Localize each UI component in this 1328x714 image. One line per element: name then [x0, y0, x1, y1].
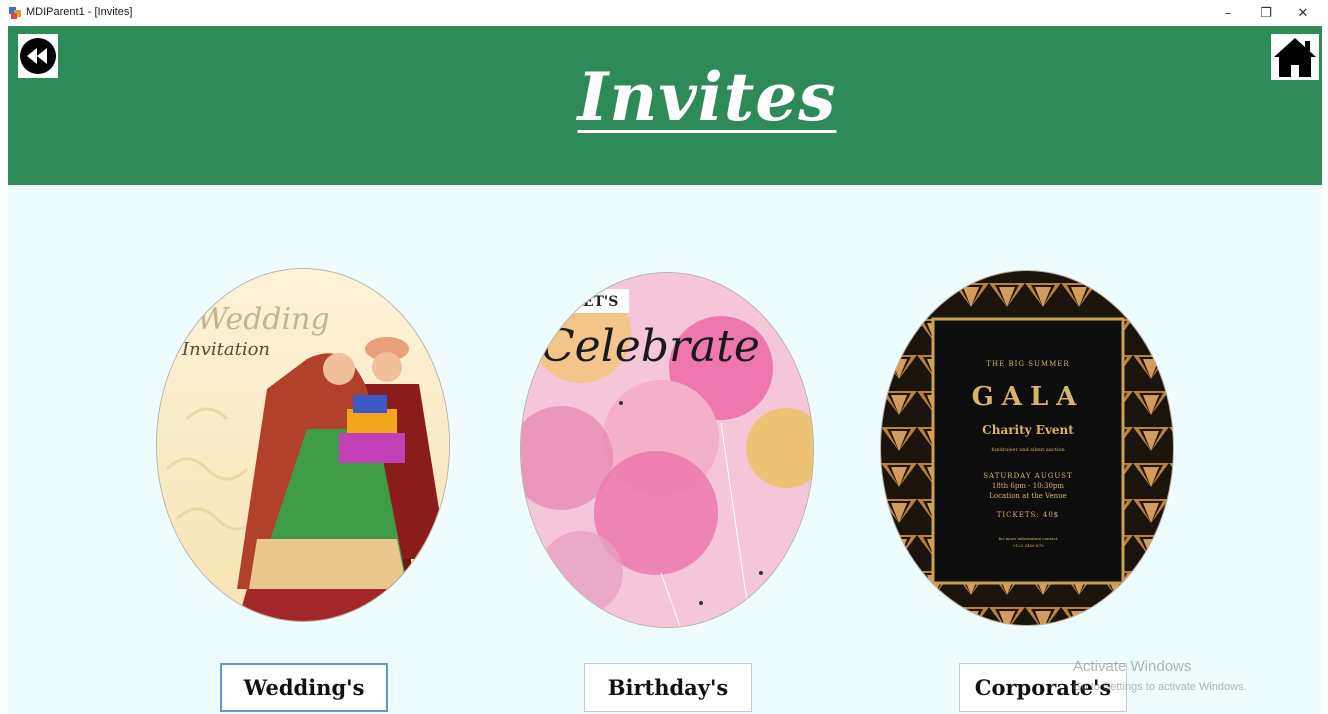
svg-text:GALA: GALA: [972, 382, 1085, 412]
svg-text:Charity Event: Charity Event: [982, 423, 1074, 437]
svg-text:TICKETS: 40$: TICKETS: 40$: [997, 511, 1060, 519]
close-button[interactable]: ✕: [1288, 3, 1318, 23]
invitation-script-text: Invitation: [181, 339, 270, 360]
activate-windows-subtitle: Go to Settings to activate Windows.: [1073, 681, 1247, 693]
svg-text:18th 6pm - 10:30pm: 18th 6pm - 10:30pm: [992, 482, 1064, 490]
svg-text:Location at the Venue: Location at the Venue: [989, 492, 1067, 500]
page-title: Invites: [577, 58, 837, 136]
window-title: MDIParent1 - [Invites]: [26, 6, 133, 18]
minimize-button[interactable]: –: [1213, 3, 1243, 23]
weddings-button[interactable]: Wedding's: [220, 663, 388, 712]
wedding-invite-image[interactable]: Wedding Invitation: [156, 268, 450, 622]
birthday-invite-image[interactable]: LET'S Celebrate: [520, 272, 814, 628]
restore-button[interactable]: ❐: [1251, 3, 1281, 23]
svg-text:fundraiser and silent auction: fundraiser and silent auction: [991, 447, 1065, 453]
wedding-script-text: Wedding: [197, 302, 330, 337]
svg-text:SATURDAY AUGUST: SATURDAY AUGUST: [983, 472, 1072, 480]
celebrate-script-text: Celebrate: [541, 321, 760, 372]
corporate-invite-image[interactable]: THE BIG SUMMER GALA Charity Event fundra…: [880, 270, 1174, 626]
svg-text:+123 3456 870: +123 3456 870: [1012, 543, 1044, 548]
birthdays-button[interactable]: Birthday's: [584, 663, 752, 712]
svg-text:THE BIG SUMMER: THE BIG SUMMER: [986, 360, 1069, 368]
window-titlebar: MDIParent1 - [Invites] – ❐ ✕: [0, 0, 1328, 26]
app-icon: [9, 7, 21, 19]
svg-text:for more information contact: for more information contact: [999, 536, 1058, 541]
activate-windows-title: Activate Windows: [1073, 658, 1192, 675]
